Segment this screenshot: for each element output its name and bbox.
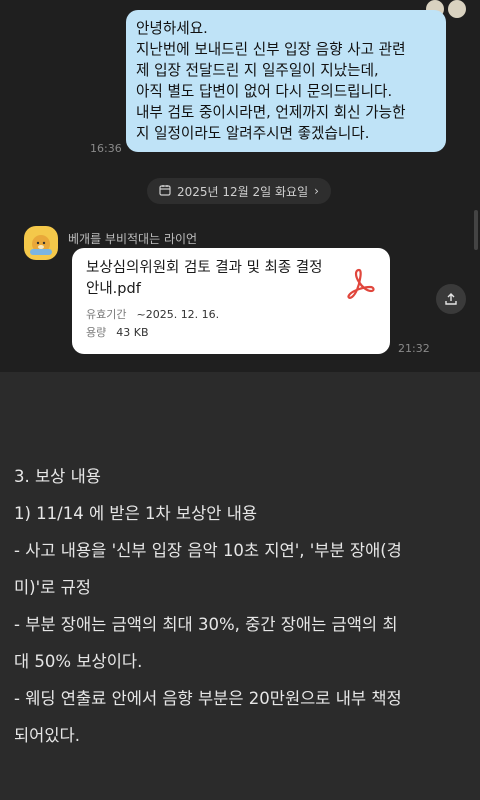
article-line: 미)'로 규정: [14, 578, 91, 597]
profile-icon: [448, 0, 466, 18]
incoming-timestamp: 21:32: [398, 342, 430, 355]
article-body: 3. 보상 내용 1) 11/14 에 받은 1차 보상안 내용 - 사고 내용…: [14, 458, 470, 754]
sender-name: 베개를 부비적대는 라이언: [68, 232, 198, 246]
share-button[interactable]: [436, 284, 466, 314]
article-line: - 사고 내용을 '신부 입장 음악 10초 지연', '부분 장애(경: [14, 541, 402, 560]
date-divider[interactable]: 2025년 12월 2일 화요일 ›: [147, 178, 331, 204]
file-size-label: 용량: [86, 326, 107, 339]
file-attachment-card[interactable]: 보상심의위원회 검토 결과 및 최종 결정 안내.pdf 유효기간 ~2025. …: [72, 248, 390, 354]
file-size-value: 43 KB: [116, 326, 149, 339]
pdf-icon: [347, 268, 375, 299]
article-line: - 부분 장애는 금액의 최대 30%, 중간 장애는 금액의 최: [14, 615, 398, 634]
date-divider-label: 2025년 12월 2일 화요일: [177, 184, 309, 199]
article-line: - 웨딩 연출료 안에서 음향 부분은 20만원으로 내부 책정: [14, 689, 402, 708]
file-expiry-label: 유효기간: [86, 308, 127, 321]
article-line: 3. 보상 내용: [14, 467, 101, 486]
share-icon: [445, 293, 457, 305]
calendar-icon: [159, 184, 171, 199]
file-size: 용량 43 KB: [86, 324, 149, 340]
lion-avatar-icon: [30, 235, 52, 255]
article-line: 되어있다.: [14, 726, 80, 745]
chat-screenshot: 안녕하세요. 지난번에 보내드린 신부 입장 음향 사고 관련 제 입장 전달드…: [0, 0, 480, 372]
file-expiry-value: ~2025. 12. 16.: [136, 308, 220, 321]
outgoing-message-bubble[interactable]: 안녕하세요. 지난번에 보내드린 신부 입장 음향 사고 관련 제 입장 전달드…: [126, 10, 446, 152]
outgoing-timestamp: 16:36: [90, 142, 122, 155]
avatar[interactable]: [24, 226, 58, 260]
file-expiry: 유효기간 ~2025. 12. 16.: [86, 306, 219, 322]
file-title: 보상심의위원회 검토 결과 및 최종 결정 안내.pdf: [86, 260, 323, 297]
outgoing-message-text: 안녕하세요. 지난번에 보내드린 신부 입장 음향 사고 관련 제 입장 전달드…: [136, 20, 406, 142]
article-line: 1) 11/14 에 받은 1차 보상안 내용: [14, 504, 258, 523]
article-line: 대 50% 보상이다.: [14, 652, 143, 671]
scrollbar[interactable]: [474, 210, 478, 250]
chevron-right-icon: ›: [314, 184, 319, 198]
